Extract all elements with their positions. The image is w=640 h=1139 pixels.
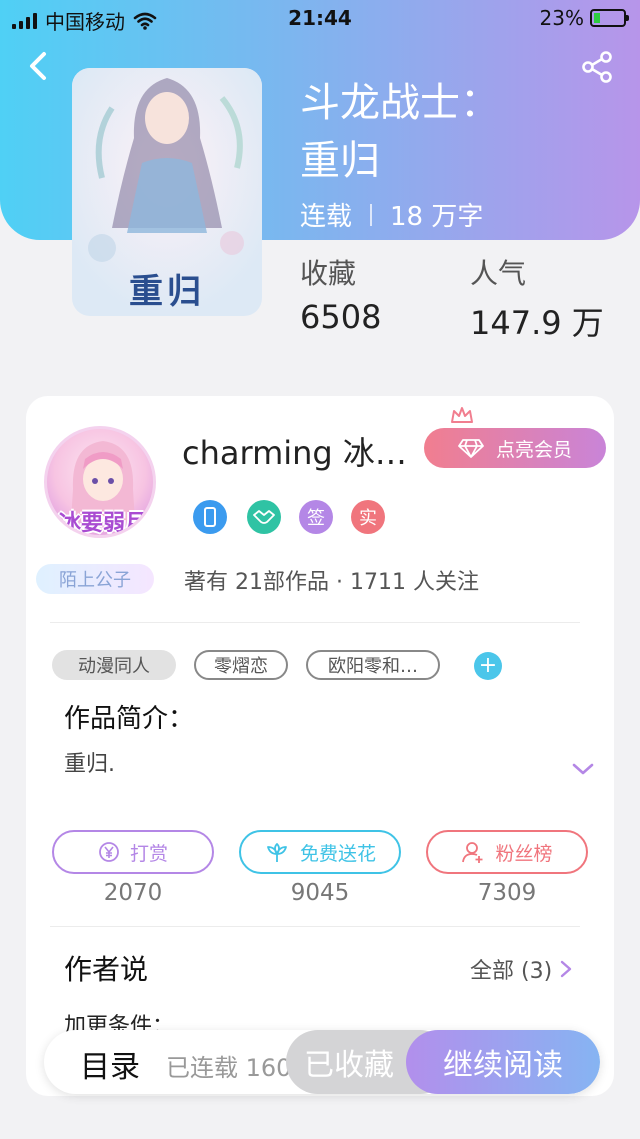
- fan-ranking-count: 7309: [477, 880, 537, 906]
- signed-badge[interactable]: 签: [299, 500, 333, 534]
- flower-icon: [267, 843, 287, 862]
- add-tag-button[interactable]: +: [474, 652, 502, 680]
- author-works-info: 著有 21部作品 · 1711 人关注: [184, 570, 479, 595]
- serialized-status: 已连载 160: [166, 1054, 292, 1082]
- tag-ship[interactable]: 零熠恋: [194, 650, 288, 680]
- cover-title: 重归: [129, 272, 205, 312]
- vip-button-label: 点亮会员: [495, 438, 572, 461]
- popularity-label: 人气: [470, 257, 527, 290]
- diamond-icon: [458, 439, 484, 458]
- book-title: 斗龙战士： 重归: [300, 74, 600, 190]
- partner-badge[interactable]: [247, 500, 281, 534]
- favorites-label: 收藏: [300, 257, 357, 290]
- chevron-down-icon[interactable]: [570, 760, 596, 778]
- chevron-right-icon: [560, 960, 572, 978]
- send-flower-button[interactable]: 免费送花: [239, 830, 401, 874]
- tag-category[interactable]: 动漫同人: [52, 650, 176, 680]
- send-flower-label: 免费送花: [299, 842, 376, 865]
- author-says-more-link[interactable]: 全部 (3): [470, 953, 572, 985]
- flower-count: 9045: [290, 880, 350, 906]
- book-title-line1: 斗龙战士：: [300, 80, 500, 126]
- status-bar: 中国移动 21:44 23%: [0, 0, 640, 36]
- book-status: 连载: [300, 202, 353, 232]
- fan-ranking-button[interactable]: 粉丝榜: [426, 830, 588, 874]
- back-button[interactable]: [22, 48, 52, 84]
- battery-percent: 23%: [539, 6, 584, 30]
- reward-button-label: 打赏: [129, 842, 168, 865]
- author-says-more-label: 全部 (3): [470, 959, 553, 984]
- intro-text: 重归.: [64, 752, 115, 777]
- intro-label: 作品简介：: [64, 704, 195, 734]
- word-count: 18 万字: [390, 202, 484, 232]
- battery-icon: [590, 9, 629, 27]
- divider: [50, 622, 580, 623]
- bottom-action-bar: 目录 已连载 160 已收藏 继续阅读: [44, 1030, 600, 1094]
- phone-icon: [204, 507, 216, 527]
- popularity-count: 147.9 万: [470, 304, 604, 342]
- fan-ranking-label: 粉丝榜: [495, 842, 553, 865]
- book-meta: 连载 18 万字: [300, 196, 483, 233]
- favorited-button-label: 已收藏: [304, 1048, 394, 1083]
- tag-character[interactable]: 欧阳零和…: [306, 650, 440, 680]
- book-title-line2: 重归: [300, 138, 380, 184]
- divider: [50, 926, 580, 927]
- avatar-logo-text: 冰要弱月: [58, 511, 147, 536]
- yen-icon: [99, 842, 119, 862]
- book-cover[interactable]: 重归: [72, 68, 262, 316]
- favorites-count: 6508: [300, 298, 382, 336]
- reward-button[interactable]: 打赏: [52, 830, 214, 874]
- table-of-contents-button[interactable]: 目录: [80, 1042, 140, 1086]
- author-says-title: 作者说: [64, 953, 149, 986]
- handshake-icon: [253, 510, 275, 524]
- author-name[interactable]: charming 冰…: [182, 428, 422, 474]
- reward-count: 2070: [103, 880, 163, 906]
- plus-icon: +: [478, 653, 498, 678]
- battery-info: 23%: [539, 6, 629, 30]
- author-title-tag: 陌上公子: [36, 564, 154, 594]
- meta-divider: [370, 203, 373, 226]
- vip-button[interactable]: 点亮会员: [424, 428, 606, 468]
- author-avatar[interactable]: 冰要弱月: [44, 426, 156, 538]
- phone-verified-badge[interactable]: [193, 500, 227, 534]
- continue-reading-button[interactable]: 继续阅读: [406, 1030, 600, 1094]
- real-name-badge[interactable]: 实: [351, 500, 385, 534]
- user-icon: [462, 842, 483, 863]
- crown-icon: [451, 407, 473, 423]
